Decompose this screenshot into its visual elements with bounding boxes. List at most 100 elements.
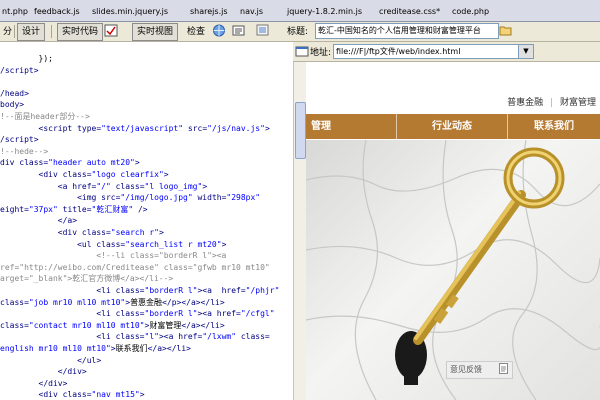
code-line: </div>: [0, 378, 68, 389]
globe-icon[interactable]: [212, 24, 226, 37]
link-divider: |: [550, 98, 554, 108]
code-line: class="contact mr10 ml10 mt10">财富管理</a><…: [0, 321, 225, 331]
tab-nav-js[interactable]: nav.js: [238, 4, 265, 20]
code-token: />: [133, 204, 148, 214]
code-token: "/js/nav.js": [207, 123, 265, 133]
address-input[interactable]: file:///F|/ftp文件/web/index.html: [333, 44, 519, 59]
code-token: <div: [0, 170, 63, 179]
code-line: </a>: [0, 216, 77, 226]
code-line: /script>: [0, 66, 39, 76]
check-page-icon[interactable]: [104, 24, 118, 37]
title-label: 标题:: [287, 27, 309, 37]
edit-icon: [499, 363, 509, 381]
code-line: <div class="nav mt15">: [0, 390, 145, 400]
tab-code-php[interactable]: code.php: [450, 4, 491, 20]
file-management-icon[interactable]: [499, 24, 513, 37]
code-token: english mr10 ml10 mt10": [0, 344, 111, 353]
code-token: body>: [0, 100, 25, 110]
code-token: });: [0, 54, 53, 63]
code-line: <script type="text/javascript" src="/js/…: [0, 124, 270, 134]
code-token: </div>: [0, 378, 68, 388]
code-token: "37px": [28, 204, 58, 214]
code-token: <img: [0, 193, 102, 203]
toolbar-divider: [51, 25, 52, 38]
code-line: english mr10 ml10 mt10">联系我们</a></li>: [0, 344, 191, 354]
code-token: class=: [81, 228, 111, 237]
code-token: >: [158, 228, 164, 237]
code-token: >: [139, 390, 145, 400]
code-token: type=: [77, 123, 102, 133]
visual-aids-icon[interactable]: [256, 24, 270, 37]
code-token: "l": [144, 332, 159, 342]
code-token: href=: [178, 332, 203, 342]
tab-creditease-css[interactable]: creditease.css*: [377, 4, 442, 20]
code-token: class=: [62, 170, 92, 179]
code-token: <div: [0, 390, 63, 400]
code-line: !--hede-->: [0, 147, 48, 157]
scrollbar-thumb[interactable]: [295, 102, 306, 159]
code-line: <ul class="search_list r mt20">: [0, 240, 226, 250]
code-token: "search r": [110, 228, 159, 237]
page-title-field[interactable]: 乾汇-中国知名的个人信用管理和财富管理平台: [315, 23, 499, 39]
code-token: <script: [0, 123, 78, 133]
tab-sharejs[interactable]: sharejs.js: [188, 4, 230, 20]
code-vertical-scrollbar[interactable]: [293, 62, 306, 400]
code-line: div class="header auto mt20">: [0, 158, 140, 168]
code-token: "text/javascript": [101, 123, 184, 133]
code-token: <li: [0, 332, 116, 342]
code-token: >: [163, 170, 169, 179]
code-token: "job mr10 ml10 mt10": [28, 297, 126, 307]
code-line: </div>: [0, 367, 87, 377]
code-line: arget="_blank">乾汇官方微博</a></li-->: [0, 274, 173, 284]
code-token: /head>: [0, 88, 29, 98]
nav-item-management[interactable]: 管理: [306, 114, 336, 139]
inspect-button[interactable]: 检查: [182, 23, 210, 41]
code-token: href=: [221, 286, 246, 295]
code-token: eight=: [0, 204, 29, 214]
link-puhui-finance[interactable]: 普惠金融: [507, 98, 543, 108]
feedback-button[interactable]: 意见反馈: [446, 361, 513, 379]
link-wealth-management[interactable]: 财富管理: [560, 98, 596, 108]
code-token: class=: [115, 332, 145, 342]
code-token: /script>: [0, 65, 39, 75]
golden-key-icon: [413, 147, 565, 345]
code-line: });: [0, 54, 53, 64]
address-dropdown-icon[interactable]: ▼: [518, 44, 534, 59]
code-token: href=: [72, 181, 97, 191]
tab-nt-php[interactable]: nt.php: [0, 4, 30, 20]
code-token: "borderR l": [144, 309, 198, 319]
code-editor[interactable]: }); /script> /head> body> !--面是header部分--> <…: [0, 42, 293, 400]
tab-slides-js[interactable]: slides.min.jquery.js: [90, 4, 170, 20]
design-view-button[interactable]: 设计: [17, 23, 46, 41]
code-token: class=: [110, 181, 145, 191]
code-token: class=: [96, 239, 126, 249]
code-line: <!--li class="borderR l"><a: [0, 251, 226, 261]
code-token: "/lxwm": [202, 332, 237, 342]
live-view-button[interactable]: 实时视图: [132, 23, 179, 41]
code-line: </ul>: [0, 356, 101, 366]
code-line: <div class="search r">: [0, 228, 164, 238]
code-token: !--hede-->: [0, 146, 49, 156]
code-line: !--面是header部分-->: [0, 112, 90, 122]
nav-item-contact-us[interactable]: 联系我们: [508, 114, 600, 139]
tab-feedback-js[interactable]: feedback.js: [32, 4, 82, 20]
code-token: "乾汇财富": [91, 204, 134, 214]
site-nav-bar: 管理 行业动态 联系我们: [306, 114, 600, 139]
code-token: >: [221, 239, 227, 249]
document-tabs: nt.php feedback.js slides.min.jquery.js …: [0, 0, 600, 22]
header-links: 普惠金融 | 财富管理: [507, 95, 596, 108]
toolbar-divider: [14, 25, 15, 38]
code-line: <div class="logo clearfix">: [0, 170, 169, 180]
code-token: !--面是header部分-->: [0, 112, 90, 121]
code-token: ><a: [197, 286, 222, 295]
tab-jquery[interactable]: jquery-1.8.2.min.js: [285, 4, 364, 20]
code-line: class="job mr10 ml10 mt10">普惠金融</p></a><…: [0, 298, 225, 308]
hero-banner-image: 意见反馈: [306, 140, 600, 400]
live-code-button[interactable]: 实时代码: [57, 23, 104, 41]
view-options-icon[interactable]: [232, 24, 246, 37]
code-token: </ul>: [0, 355, 102, 365]
code-token: >: [264, 123, 270, 133]
browser-icon: [295, 45, 309, 58]
nav-item-industry-news[interactable]: 行业动态: [397, 114, 507, 139]
code-token: class=: [0, 320, 29, 330]
